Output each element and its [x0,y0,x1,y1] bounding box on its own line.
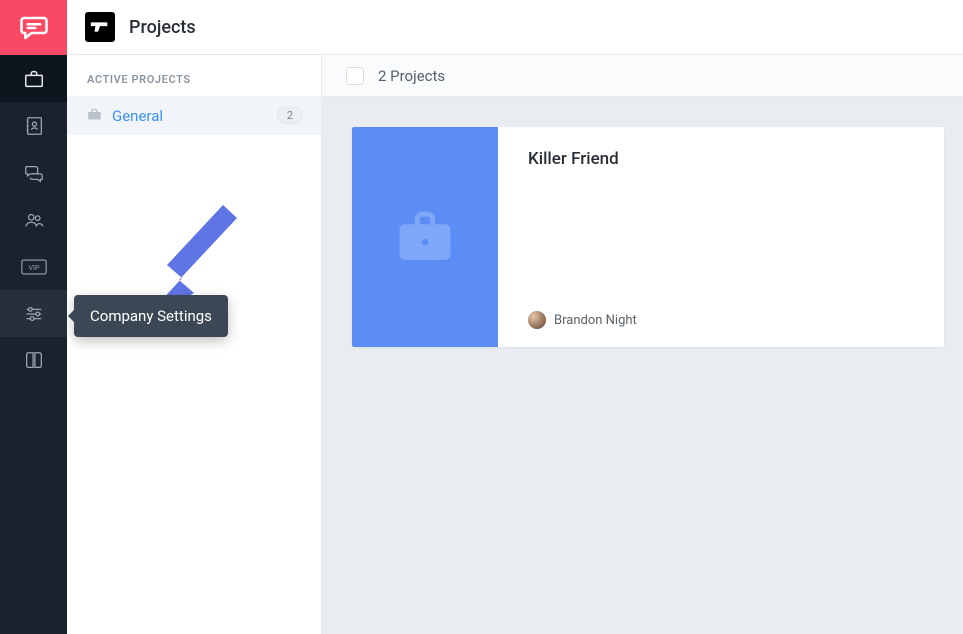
tooltip-label: Company Settings [90,307,212,325]
nav-projects[interactable] [0,55,67,102]
panel-heading: ACTIVE PROJECTS [67,55,321,96]
chat-bubble-icon [19,13,49,43]
author-avatar [528,311,546,329]
nav-team[interactable] [0,196,67,243]
page-title: Projects [129,17,196,38]
nav-contacts[interactable] [0,102,67,149]
project-card-footer: Brandon Night [528,311,920,329]
topbar: Projects [67,0,963,55]
briefcase-icon [23,68,45,90]
workspace-avatar[interactable] [85,12,115,42]
vip-badge-icon: VIP [21,258,47,276]
content-body: Killer Friend Brandon Night [322,97,963,634]
sliders-icon [23,303,45,325]
project-card-thumb [352,127,498,347]
svg-text:VIP: VIP [28,265,40,272]
nav-docs[interactable] [0,337,67,384]
projects-panel: ACTIVE PROJECTS General 2 [67,55,322,634]
project-card-body: Killer Friend Brandon Night [498,127,944,347]
tooltip-company-settings: Company Settings [74,295,228,337]
panel-item-label: General [112,107,163,125]
nav-rail: VIP [0,0,67,634]
chat-icon [23,162,45,184]
people-icon [23,209,45,231]
project-card[interactable]: Killer Friend Brandon Night [352,127,944,347]
nav-company-settings[interactable] [0,290,67,337]
book-icon [23,350,45,372]
body-row: ACTIVE PROJECTS General 2 [67,55,963,634]
folder-briefcase-icon [87,106,102,125]
gun-icon [89,18,111,36]
app-root: VIP Projects ACTIVE PROJECTS [0,0,963,634]
project-count: 2 Projects [378,67,445,85]
project-card-author: Brandon Night [554,313,637,328]
address-book-icon [23,115,45,137]
nav-messages[interactable] [0,149,67,196]
briefcase-large-icon [393,209,457,265]
content-area: 2 Projects Killer Friend [322,55,963,634]
nav-vip[interactable]: VIP [0,243,67,290]
brand-logo[interactable] [0,0,67,55]
panel-item-count: 2 [277,107,303,124]
panel-item-general[interactable]: General 2 [67,96,321,135]
select-all-checkbox[interactable] [346,67,364,85]
project-card-title: Killer Friend [528,149,920,169]
content-toolbar: 2 Projects [322,55,963,97]
